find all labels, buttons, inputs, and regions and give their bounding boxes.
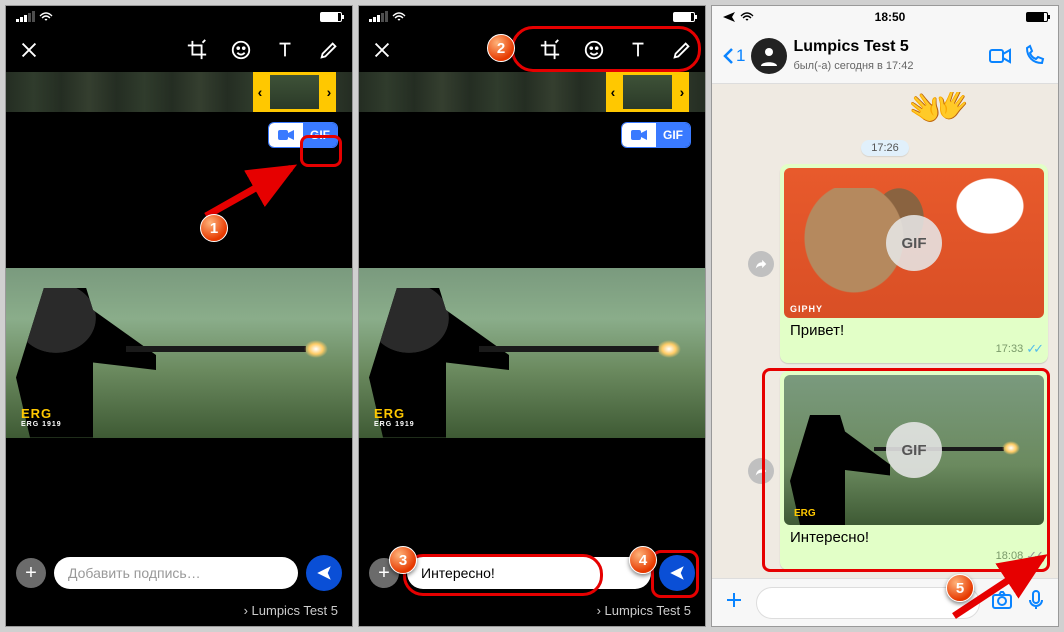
messages: 👐 17:26 GIF GIPHY Привет! 17:33✓✓ ERG GI… <box>712 84 1058 578</box>
delivered-ticks-icon: ✓✓ <box>1026 548 1040 564</box>
callout-2: 2 <box>487 34 515 62</box>
sticker-message: 👐 <box>908 92 1048 132</box>
callout-3: 3 <box>389 546 417 574</box>
recipient-label: › Lumpics Test 5 <box>359 599 705 626</box>
trim-selection[interactable] <box>267 72 322 112</box>
add-media-button[interactable]: + <box>16 558 46 588</box>
forward-icon[interactable] <box>748 251 774 277</box>
video-timeline[interactable]: ‹ › <box>359 72 705 112</box>
chat-input-bar <box>712 578 1058 626</box>
video-mode-icon[interactable] <box>269 123 303 147</box>
draw-icon[interactable] <box>318 39 340 61</box>
recipient-label: › Lumpics Test 5 <box>6 599 352 626</box>
wifi-icon <box>740 12 754 22</box>
text-icon[interactable] <box>274 39 296 61</box>
time-chip: 17:26 <box>861 140 909 156</box>
message-time: 17:33 <box>996 343 1024 355</box>
crop-icon[interactable] <box>539 39 561 61</box>
attach-button[interactable] <box>722 588 746 617</box>
editor-topbar <box>6 28 352 72</box>
mic-button[interactable] <box>1024 588 1048 617</box>
caption-row: + Добавить подпись… <box>6 547 352 599</box>
voice-call-icon[interactable] <box>1020 42 1048 70</box>
camera-button[interactable] <box>990 588 1014 617</box>
status-bar <box>6 6 352 28</box>
jersey-text: ERG <box>21 406 52 421</box>
trim-handle-left[interactable]: ‹ <box>606 72 620 112</box>
avatar[interactable] <box>751 38 787 74</box>
draw-icon[interactable] <box>671 39 693 61</box>
chat-header: 1 Lumpics Test 5был(-а) сегодня в 17:42 <box>712 28 1058 84</box>
callout-1: 1 <box>200 214 228 242</box>
editor-screen-2: ‹ › GIF ERGERG 1919 + Интересно! › Lumpi… <box>358 5 706 627</box>
message-time: 18:08 <box>996 550 1024 562</box>
editor-screen-1: ‹ › GIF ERGERG 1919 + Добавить подпись… … <box>5 5 353 627</box>
video-gif-toggle[interactable]: GIF <box>268 122 338 148</box>
chat-screen: 18:50 1 Lumpics Test 5был(-а) сегодня в … <box>711 5 1059 627</box>
jersey-text: ERG <box>374 406 405 421</box>
text-icon[interactable] <box>627 39 649 61</box>
gif-badge: GIF <box>886 422 942 478</box>
gif-mode-button[interactable]: GIF <box>303 123 337 147</box>
message-text: Интересно! <box>784 525 1044 548</box>
status-bar: 18:50 <box>712 6 1058 28</box>
trim-handle-right[interactable]: › <box>675 72 689 112</box>
caption-input[interactable]: Интересно! <box>407 557 651 589</box>
video-mode-icon[interactable] <box>622 123 656 147</box>
chat-title[interactable]: Lumpics Test 5был(-а) сегодня в 17:42 <box>793 38 980 73</box>
message-gif-1[interactable]: GIF GIPHY Привет! 17:33✓✓ <box>780 164 1048 363</box>
message-text: Привет! <box>784 318 1044 341</box>
airplane-icon <box>722 10 736 24</box>
send-button[interactable] <box>659 555 695 591</box>
close-icon[interactable] <box>371 39 393 61</box>
video-call-icon[interactable] <box>986 42 1014 70</box>
callout-5: 5 <box>946 574 974 602</box>
trim-handle-left[interactable]: ‹ <box>253 72 267 112</box>
callout-4: 4 <box>629 546 657 574</box>
video-preview: ERGERG 1919 <box>6 158 352 547</box>
caption-input[interactable]: Добавить подпись… <box>54 557 298 589</box>
status-bar <box>359 6 705 28</box>
video-gif-toggle[interactable]: GIF <box>621 122 691 148</box>
gif-mode-button[interactable]: GIF <box>656 123 690 147</box>
close-icon[interactable] <box>18 39 40 61</box>
trim-handle-right[interactable]: › <box>322 72 336 112</box>
send-button[interactable] <box>306 555 342 591</box>
trim-selection[interactable] <box>620 72 675 112</box>
crop-icon[interactable] <box>186 39 208 61</box>
status-time: 18:50 <box>875 10 906 24</box>
gif-thumbnail[interactable]: ERG GIF <box>784 375 1044 525</box>
gif-badge: GIF <box>886 215 942 271</box>
video-timeline[interactable]: ‹ › <box>6 72 352 112</box>
read-ticks-icon: ✓✓ <box>1026 341 1040 357</box>
emoji-icon[interactable] <box>230 39 252 61</box>
video-preview: ERGERG 1919 <box>359 158 705 547</box>
gif-thumbnail[interactable]: GIF GIPHY <box>784 168 1044 318</box>
back-button[interactable]: 1 <box>722 46 745 66</box>
giphy-label: GIPHY <box>790 304 823 314</box>
message-gif-2[interactable]: ERG GIF Интересно! 18:08✓✓ <box>780 371 1048 570</box>
wifi-icon <box>39 12 53 22</box>
editor-topbar <box>359 28 705 72</box>
emoji-icon[interactable] <box>583 39 605 61</box>
wifi-icon <box>392 12 406 22</box>
forward-icon[interactable] <box>748 458 774 484</box>
